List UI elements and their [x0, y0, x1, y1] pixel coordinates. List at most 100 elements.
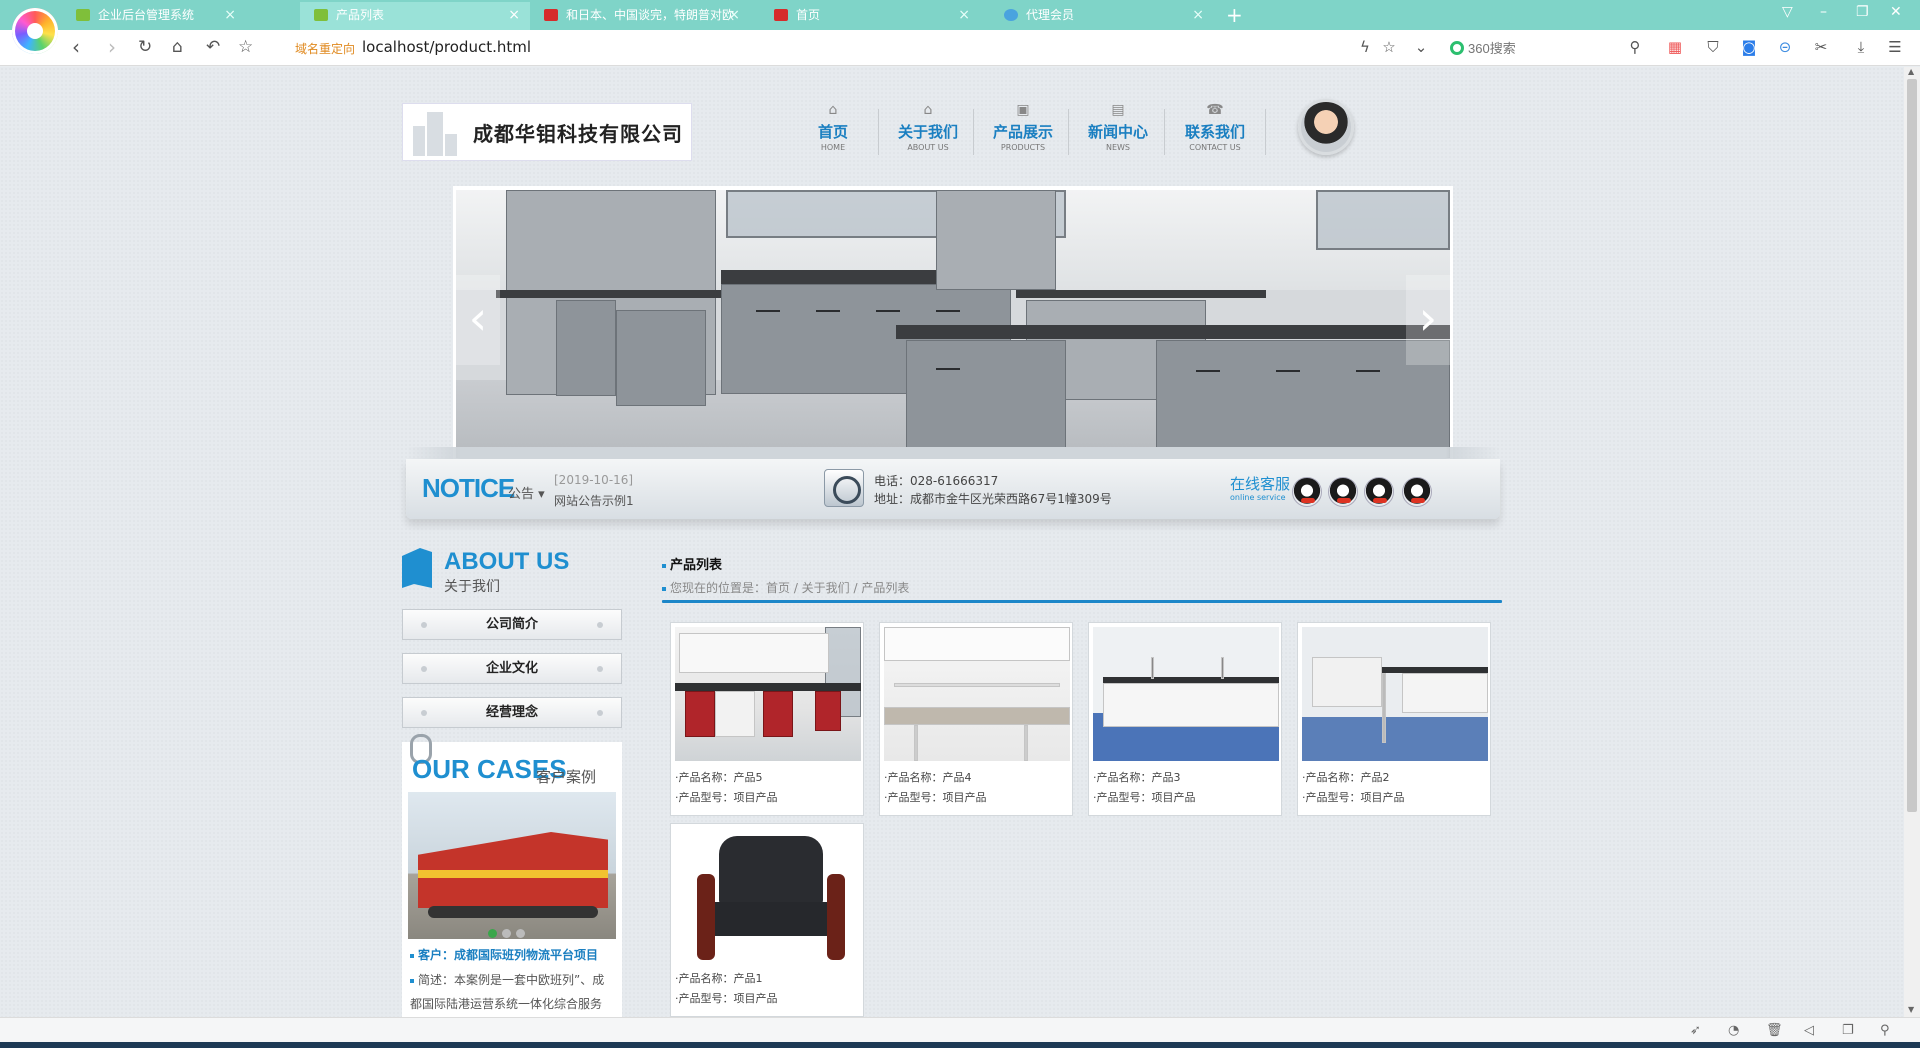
vertical-scrollbar[interactable]: ▲ ▼ [1904, 67, 1920, 1017]
product-image[interactable] [884, 627, 1070, 761]
qq-icon[interactable] [1328, 477, 1358, 507]
case-slide-dot[interactable] [488, 929, 497, 938]
notice-subtitle[interactable]: 公告 ▾ [508, 483, 545, 502]
browser-status-bar: ➶ ◔ 🗑 ◁ ❐ ⚲ [0, 1017, 1920, 1042]
tab-close-icon[interactable]: × [1192, 2, 1204, 28]
case-image[interactable] [408, 792, 616, 939]
tab-favicon-icon [544, 9, 558, 21]
qq-icon[interactable] [1402, 477, 1432, 507]
download-icon[interactable]: ⤓ [1852, 38, 1870, 56]
favorite-star-icon[interactable]: ☆ [238, 36, 253, 58]
banner-next-arrow-icon[interactable]: › [1406, 275, 1450, 365]
new-tab-icon[interactable]: + [1226, 2, 1243, 28]
qq-icon[interactable] [1364, 477, 1394, 507]
product-image[interactable] [675, 627, 861, 761]
product-card[interactable]: ·产品名称：产品2 ·产品型号：项目产品 [1297, 622, 1491, 816]
contact-address: 地址：成都市金牛区光荣西路67号1幢309号 [874, 492, 1112, 506]
home-browser-icon[interactable]: ⌂ [172, 36, 183, 58]
site-logo[interactable]: 成都华钼科技有限公司 [402, 103, 692, 161]
nav-news[interactable]: ▤ 新闻中心 NEWS [1073, 103, 1163, 161]
browser-logo-icon[interactable] [12, 8, 58, 54]
minimize-icon[interactable]: – [1820, 4, 1827, 20]
side-menu-philosophy[interactable]: 经营理念 [402, 697, 622, 728]
rocket-icon[interactable]: ➶ [1690, 1023, 1701, 1038]
volume-icon[interactable]: ◁ [1804, 1023, 1814, 1038]
nav-divider [973, 109, 974, 155]
tab-close-icon[interactable]: × [508, 2, 520, 28]
product-card[interactable]: ·产品名称：产品3 ·产品型号：项目产品 [1088, 622, 1282, 816]
back-icon[interactable]: ‹ [72, 36, 80, 58]
product-card[interactable]: ·产品名称：产品5 ·产品型号：项目产品 [670, 622, 864, 816]
nav-products[interactable]: ▣ 产品展示 PRODUCTS [978, 103, 1068, 161]
tab-close-icon[interactable]: × [958, 2, 970, 28]
lightning-icon[interactable]: ϟ [1356, 38, 1374, 56]
minus-circle-icon[interactable]: ⊝ [1776, 38, 1794, 56]
bullet-icon [421, 622, 427, 628]
nav-about[interactable]: ⌂ 关于我们 ABOUT US [883, 103, 973, 161]
bookmark-star-icon[interactable]: ☆ [1380, 38, 1398, 56]
nav-label: 关于我们 [897, 123, 958, 141]
bullet-icon [421, 666, 427, 672]
notice-bar: NOTICE 公告 ▾ [2019-10-16] 网站公告示例1 电话：028-… [406, 447, 1500, 519]
caret-down-icon: ▾ [534, 487, 545, 502]
search-icon[interactable]: ⚲ [1626, 38, 1644, 56]
side-menu-label: 企业文化 [485, 661, 538, 676]
nav-home[interactable]: ⌂ 首页 HOME [788, 103, 878, 161]
search-engine-logo-icon [1450, 41, 1464, 55]
window-icon[interactable]: ❐ [1842, 1023, 1854, 1038]
section-divider [662, 600, 1502, 603]
browser-tab[interactable]: 首页 × [760, 2, 980, 30]
contact-icon [824, 469, 864, 507]
case-slide-dot[interactable] [502, 929, 511, 938]
search-box[interactable] [1444, 36, 1644, 60]
search-input[interactable] [1468, 38, 1618, 58]
side-menu-company-intro[interactable]: 公司简介 [402, 609, 622, 640]
tab-close-icon[interactable]: × [224, 2, 236, 28]
case-slide-dot[interactable] [516, 929, 525, 938]
product-image[interactable] [675, 828, 861, 962]
case-client-link[interactable]: 客户：成都国际班列物流平台项目 [410, 946, 616, 963]
banner-prev-arrow-icon[interactable]: ‹ [456, 275, 500, 365]
restore-icon[interactable]: ❐ [1856, 4, 1869, 20]
dropdown-chevron-icon[interactable]: ⌄ [1412, 38, 1430, 56]
apps-grid-icon[interactable]: ▦ [1666, 38, 1684, 56]
browser-tab-active[interactable]: 产品列表 × [300, 2, 530, 30]
product-image[interactable] [1093, 627, 1279, 761]
product-card[interactable]: ·产品名称：产品4 ·产品型号：项目产品 [879, 622, 1073, 816]
browser-tab[interactable]: 企业后台管理系统 × [62, 2, 246, 30]
scrollbar-thumb[interactable] [1907, 79, 1917, 812]
product-name[interactable]: ·产品名称：产品2 [1302, 769, 1390, 785]
tab-close-icon[interactable]: × [728, 2, 740, 28]
nav-sublabel: HOME [820, 143, 846, 152]
product-name[interactable]: ·产品名称：产品4 [884, 769, 972, 785]
product-name[interactable]: ·产品名称：产品1 [675, 970, 763, 986]
scissors-icon[interactable]: ✂ [1812, 38, 1830, 56]
notice-link[interactable]: 网站公告示例1 [554, 492, 634, 509]
qq-icon[interactable] [1292, 477, 1322, 507]
side-menu-culture[interactable]: 企业文化 [402, 653, 622, 684]
product-image[interactable] [1302, 627, 1488, 761]
skin-icon[interactable]: ▽ [1782, 4, 1793, 20]
reload-icon[interactable]: ↻ [138, 36, 152, 58]
browser-tab[interactable]: 代理会员 × [990, 2, 1214, 30]
undo-close-icon[interactable]: ↶ [206, 36, 220, 58]
product-card[interactable]: ·产品名称：产品1 ·产品型号：项目产品 [670, 823, 864, 1017]
nav-contact[interactable]: ☎ 联系我们 CONTACT US [1170, 103, 1260, 161]
browser-tab[interactable]: 和日本、中国谈完，特朗普对欧 × [530, 2, 750, 30]
zoom-icon[interactable]: ⚲ [1880, 1023, 1890, 1038]
speed-icon[interactable]: ◔ [1728, 1023, 1739, 1038]
close-window-icon[interactable]: ✕ [1890, 4, 1902, 20]
scroll-down-icon[interactable]: ▼ [1908, 1005, 1914, 1014]
scroll-up-icon[interactable]: ▲ [1908, 67, 1914, 76]
url-field[interactable]: localhost/product.html [362, 38, 531, 56]
forward-icon[interactable]: › [108, 36, 116, 58]
product-name[interactable]: ·产品名称：产品5 [675, 769, 763, 785]
contact-phone: 电话：028-61666317 [874, 474, 999, 488]
site-page: 成都华钼科技有限公司 ⌂ 首页 HOME ⌂ 关于我们 ABOUT US ▣ 产… [400, 67, 1512, 1017]
menu-icon[interactable]: ☰ [1886, 38, 1904, 56]
translate-icon[interactable]: ◙ [1740, 38, 1758, 56]
shield-icon[interactable]: ⛉ [1704, 38, 1722, 56]
trash-icon[interactable]: 🗑 [1766, 1023, 1783, 1038]
product-name[interactable]: ·产品名称：产品3 [1093, 769, 1181, 785]
customer-service-avatar[interactable] [1298, 99, 1354, 155]
